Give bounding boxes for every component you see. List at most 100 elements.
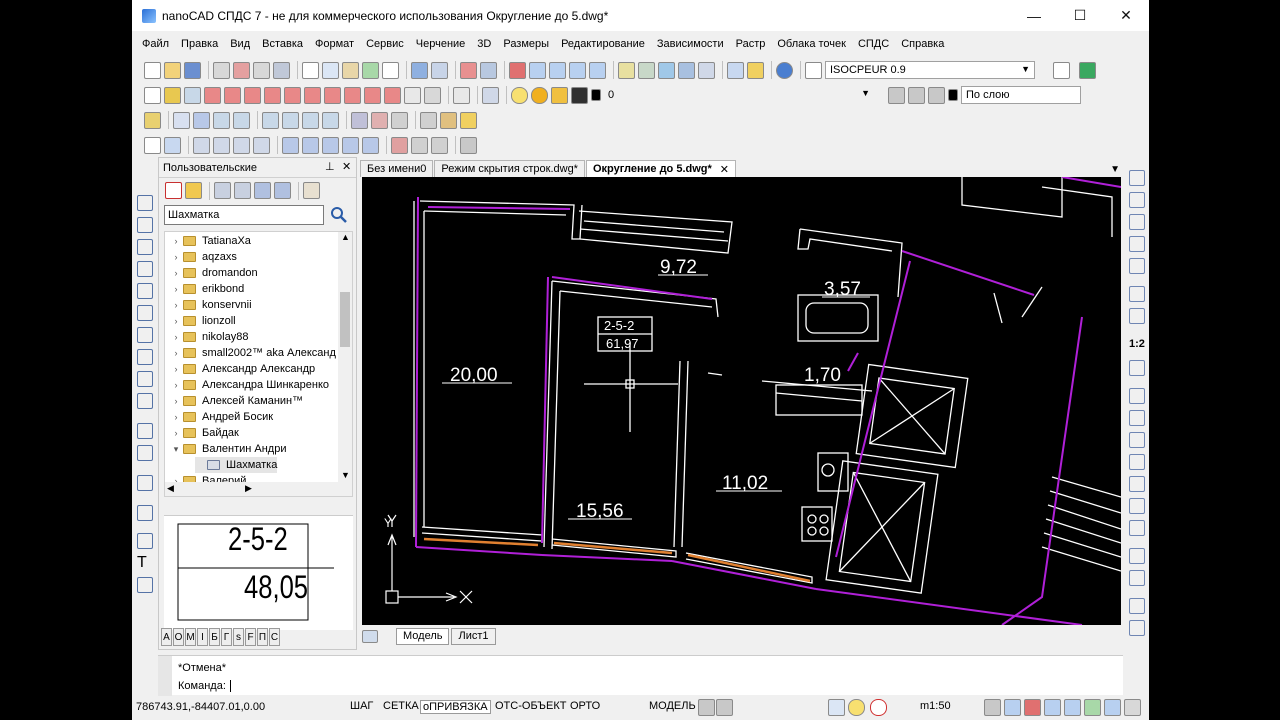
search-view-icon[interactable] bbox=[274, 182, 291, 199]
dim-baseline-icon[interactable] bbox=[324, 86, 341, 104]
door-icon[interactable] bbox=[213, 136, 230, 154]
section-icon[interactable] bbox=[322, 136, 339, 154]
tree-vertical-scrollbar[interactable]: ▲ ▼ bbox=[338, 232, 352, 496]
pencil-icon[interactable] bbox=[747, 61, 764, 79]
pin-icon[interactable]: ⊥ bbox=[325, 160, 335, 173]
menu-insert[interactable]: Вставка bbox=[262, 38, 303, 50]
chevron-right-icon[interactable]: › bbox=[171, 236, 181, 246]
menu-edit[interactable]: Правка bbox=[181, 38, 218, 50]
chevron-right-icon[interactable]: › bbox=[171, 268, 181, 278]
column-icon[interactable] bbox=[253, 136, 270, 154]
folder-add-icon[interactable] bbox=[185, 182, 202, 199]
copy-tool-icon[interactable] bbox=[1129, 192, 1145, 208]
zoom-extents-icon[interactable] bbox=[529, 61, 546, 79]
zoom-out-status-icon[interactable] bbox=[1044, 699, 1061, 716]
alpha-tab[interactable]: А bbox=[161, 628, 172, 646]
drawing-canvas[interactable]: 9,72 3,57 20,00 1,70 11,02 15,56 2-5-2 6… bbox=[362, 177, 1121, 625]
maximize-button[interactable]: ☐ bbox=[1057, 0, 1103, 31]
ellipse-tool-icon[interactable] bbox=[137, 393, 153, 409]
publish-icon[interactable] bbox=[273, 61, 290, 79]
menu-point-clouds[interactable]: Облака точек bbox=[777, 38, 846, 50]
tab-model[interactable]: Модель bbox=[396, 627, 450, 645]
menu-dimensions[interactable]: Размеры bbox=[503, 38, 549, 50]
circle-tool-icon[interactable] bbox=[137, 327, 153, 343]
arc3p-tool-icon[interactable] bbox=[137, 305, 153, 321]
menu-service[interactable]: Сервис bbox=[366, 38, 404, 50]
chevron-right-icon[interactable]: › bbox=[171, 428, 181, 438]
zoom-status-icon[interactable] bbox=[1004, 699, 1021, 716]
tree-item[interactable]: › Андрей Босик bbox=[171, 409, 274, 425]
chevron-right-icon[interactable]: › bbox=[171, 348, 181, 358]
plot-icon[interactable] bbox=[253, 61, 270, 79]
leader-icon[interactable] bbox=[364, 86, 381, 104]
zoom-window-icon[interactable] bbox=[509, 61, 526, 79]
select-icon[interactable] bbox=[351, 111, 368, 129]
point-tool-icon[interactable] bbox=[137, 505, 153, 521]
chevron-right-icon[interactable]: › bbox=[171, 284, 181, 294]
tree-item[interactable]: › Александра Шинкаренко bbox=[171, 377, 330, 393]
alpha-tab[interactable]: Б bbox=[209, 628, 220, 646]
lightbulb-icon[interactable] bbox=[848, 699, 865, 716]
grid-icon[interactable] bbox=[173, 111, 190, 129]
tree-item[interactable]: › small2002™ aka Александ bbox=[171, 345, 336, 361]
layout-icon[interactable] bbox=[716, 699, 733, 716]
layer-previous-icon[interactable] bbox=[888, 86, 905, 104]
close-tab-icon[interactable]: ✕ bbox=[720, 163, 729, 176]
alpha-tab[interactable]: F bbox=[245, 628, 256, 646]
ucs-icon[interactable] bbox=[144, 86, 161, 104]
dim-ordinate-icon[interactable] bbox=[244, 86, 261, 104]
cut-icon[interactable] bbox=[302, 61, 319, 79]
dim-style-icon[interactable] bbox=[424, 86, 441, 104]
print-spds-icon[interactable] bbox=[460, 136, 477, 154]
spds-format-icon[interactable] bbox=[164, 136, 181, 154]
gradient-icon[interactable] bbox=[440, 111, 457, 129]
spline-tool-icon[interactable] bbox=[137, 371, 153, 387]
tree-item[interactable]: › Байдак bbox=[171, 425, 239, 441]
stretch-tool-icon[interactable] bbox=[1129, 360, 1145, 376]
properties-icon[interactable] bbox=[618, 61, 635, 79]
tree-horizontal-scrollbar[interactable]: ◀ ▶ bbox=[165, 482, 340, 496]
alpha-tab[interactable]: s bbox=[233, 628, 244, 646]
new-file-icon[interactable] bbox=[144, 61, 161, 79]
tolerance-icon[interactable] bbox=[384, 86, 401, 104]
menu-constraints[interactable]: Зависимости bbox=[657, 38, 724, 50]
calculator-icon[interactable] bbox=[698, 61, 715, 79]
brush-icon[interactable] bbox=[382, 61, 399, 79]
alpha-tab[interactable]: I bbox=[197, 628, 208, 646]
snap-toggle[interactable]: ШАГ bbox=[348, 700, 375, 712]
delete-icon[interactable] bbox=[165, 182, 182, 199]
block-lock-icon[interactable] bbox=[870, 699, 887, 716]
rotate-tool-icon[interactable] bbox=[1129, 308, 1145, 324]
tree-item[interactable]: ▾ Валентин Андри bbox=[171, 441, 287, 457]
chevron-down-icon[interactable]: ▾ bbox=[171, 444, 181, 455]
layer-print-icon[interactable] bbox=[571, 86, 588, 104]
zoom-prev-status-icon[interactable] bbox=[1064, 699, 1081, 716]
snap-settings-icon[interactable] bbox=[144, 111, 161, 129]
elevation-icon[interactable] bbox=[342, 136, 359, 154]
tree-item[interactable]: › lionzoll bbox=[171, 313, 236, 329]
menu-help[interactable]: Справка bbox=[901, 38, 944, 50]
extend-tool-icon[interactable] bbox=[1129, 410, 1145, 426]
chevron-right-icon[interactable]: › bbox=[171, 396, 181, 406]
pan-icon[interactable] bbox=[460, 61, 477, 79]
cloud-tool-icon[interactable] bbox=[137, 349, 153, 365]
arc-tool-icon[interactable] bbox=[137, 239, 153, 255]
measure-distance-icon[interactable] bbox=[727, 61, 744, 79]
stamp-icon[interactable] bbox=[391, 136, 408, 154]
copy-icon[interactable] bbox=[322, 61, 339, 79]
layer-manager-icon[interactable] bbox=[482, 86, 499, 104]
erase-icon[interactable] bbox=[371, 111, 388, 129]
pointer-icon[interactable] bbox=[144, 136, 161, 154]
ortho-toggle[interactable]: ОРТО bbox=[568, 700, 602, 712]
menu-format[interactable]: Формат bbox=[315, 38, 354, 50]
tree-item[interactable]: › dromandon bbox=[171, 265, 258, 281]
properties-tool-icon[interactable] bbox=[1129, 620, 1145, 636]
join-tool-icon[interactable] bbox=[1129, 454, 1145, 470]
scroll-thumb[interactable] bbox=[340, 292, 350, 347]
move-tool-icon[interactable] bbox=[1129, 286, 1145, 302]
offset-tool-icon[interactable] bbox=[1129, 236, 1145, 252]
dim-diameter-icon[interactable] bbox=[284, 86, 301, 104]
chevron-right-icon[interactable]: › bbox=[171, 380, 181, 390]
tree-item[interactable]: › erikbond bbox=[171, 281, 245, 297]
tree-item[interactable]: › Алексей Каманин™ bbox=[171, 393, 304, 409]
